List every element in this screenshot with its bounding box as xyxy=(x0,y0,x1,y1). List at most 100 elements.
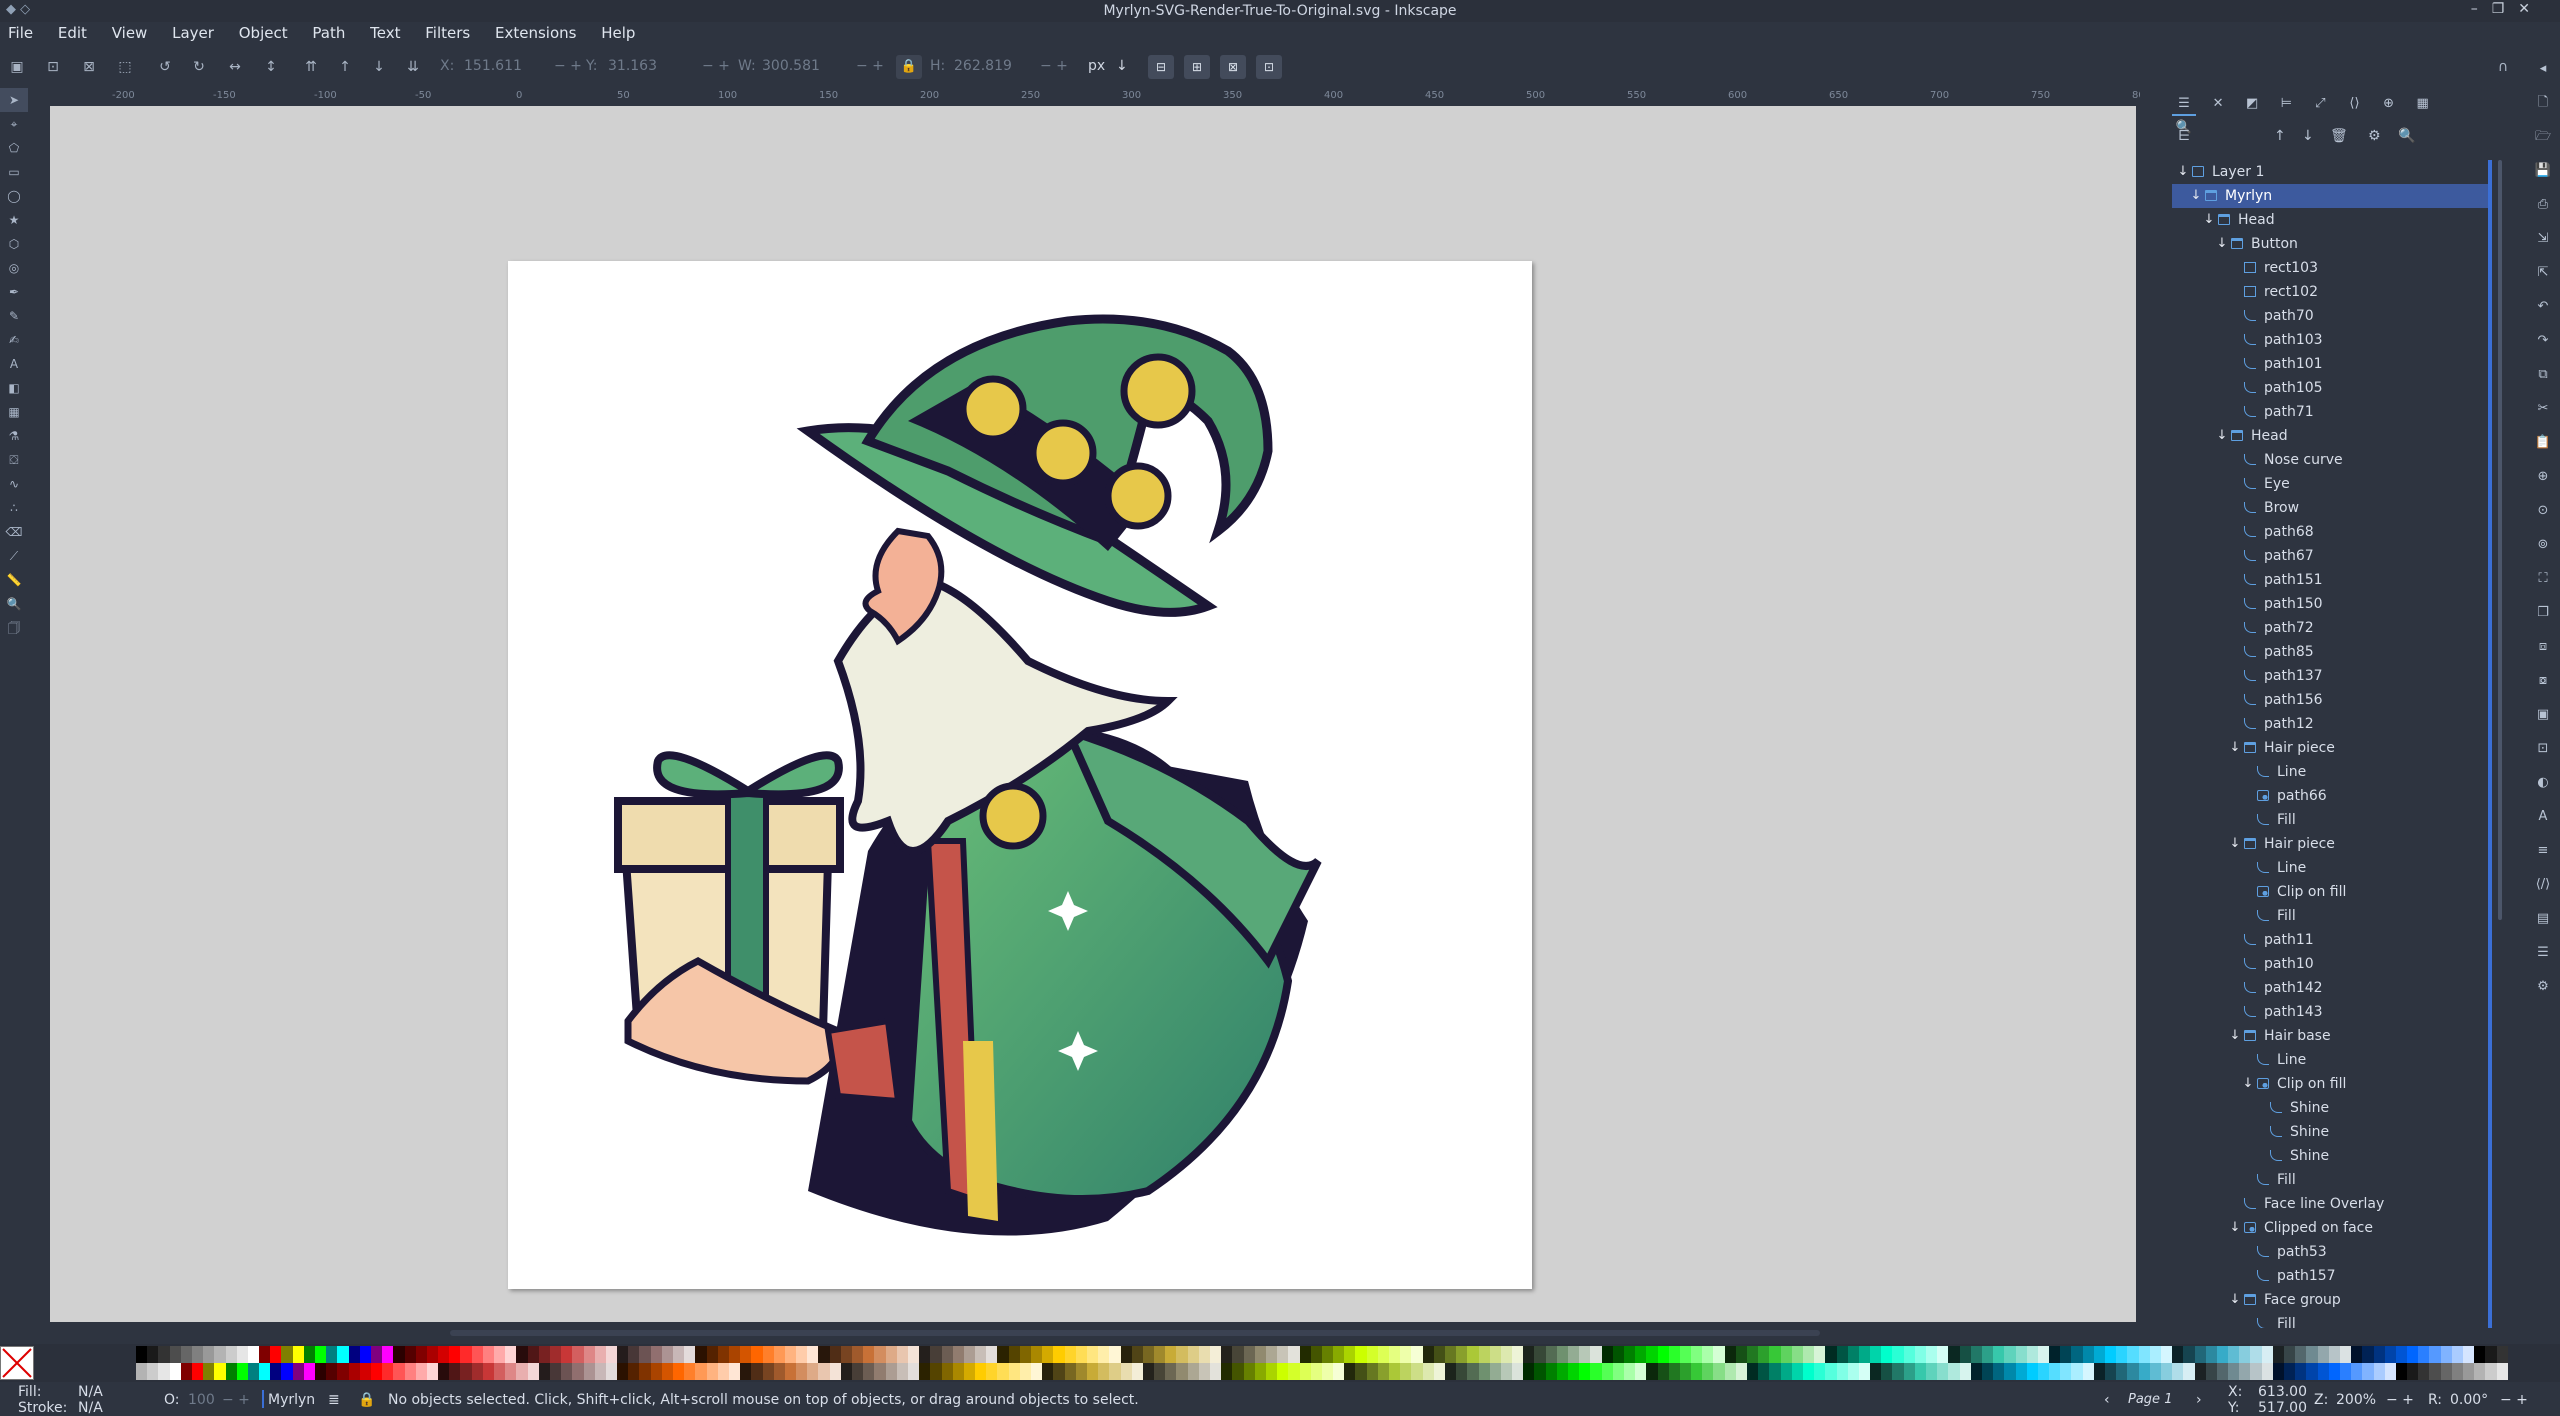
color-swatch[interactable] xyxy=(1075,1363,1087,1380)
tree-row[interactable]: Face line Overlay xyxy=(2172,1192,2490,1216)
color-swatch[interactable] xyxy=(1970,1346,1982,1363)
color-swatch[interactable] xyxy=(2015,1346,2027,1363)
color-swatch[interactable] xyxy=(907,1346,920,1363)
color-swatch[interactable] xyxy=(1142,1346,1155,1363)
color-swatch[interactable] xyxy=(784,1346,797,1363)
color-swatch[interactable] xyxy=(1556,1363,1568,1380)
tree-row[interactable]: ↓ Hair piece xyxy=(2172,832,2490,856)
color-swatch[interactable] xyxy=(2463,1346,2475,1363)
color-swatch[interactable] xyxy=(986,1363,998,1380)
select-all-icon[interactable]: ▣ xyxy=(6,56,28,78)
delete-icon[interactable]: 🗑 xyxy=(2330,128,2348,144)
color-swatch[interactable] xyxy=(1959,1346,1971,1363)
color-swatch[interactable] xyxy=(225,1363,237,1380)
h-stepper[interactable]: − + xyxy=(1040,58,1068,74)
color-swatch[interactable] xyxy=(2127,1346,2139,1363)
color-swatch[interactable] xyxy=(605,1363,618,1380)
color-swatch[interactable] xyxy=(505,1363,517,1380)
color-swatch[interactable] xyxy=(259,1346,271,1363)
tree-row[interactable]: path142 xyxy=(2172,976,2490,1000)
color-swatch[interactable] xyxy=(404,1346,416,1363)
color-swatch[interactable] xyxy=(2172,1363,2184,1380)
color-swatch[interactable] xyxy=(2463,1363,2475,1380)
color-swatch[interactable] xyxy=(549,1363,562,1380)
color-swatch[interactable] xyxy=(684,1346,696,1363)
color-swatch[interactable] xyxy=(1400,1363,1412,1380)
color-swatch[interactable] xyxy=(1210,1363,1222,1380)
color-swatch[interactable] xyxy=(191,1346,204,1363)
color-swatch[interactable] xyxy=(2373,1363,2385,1380)
star-tool-icon[interactable]: ★ xyxy=(0,208,28,232)
color-swatch[interactable] xyxy=(751,1346,763,1363)
tree-row[interactable]: path12 xyxy=(2172,712,2490,736)
color-swatch[interactable] xyxy=(1926,1363,1938,1380)
tree-row[interactable]: path156 xyxy=(2172,688,2490,712)
color-swatch[interactable] xyxy=(2071,1363,2083,1380)
raise-to-top-icon[interactable]: ⇈ xyxy=(300,56,322,78)
move-patterns-button[interactable]: ⊡ xyxy=(1256,55,1282,79)
close-button[interactable]: ✕ xyxy=(2518,1,2544,17)
tree-row[interactable]: rect103 xyxy=(2172,256,2490,280)
color-swatch[interactable] xyxy=(1478,1363,1490,1380)
color-swatch[interactable] xyxy=(1478,1346,1490,1363)
menu-text[interactable]: Text xyxy=(370,22,400,44)
color-swatch[interactable] xyxy=(1131,1363,1143,1380)
color-swatch[interactable] xyxy=(1791,1363,1803,1380)
spiral-tool-icon[interactable]: ◎ xyxy=(0,256,28,280)
redo-icon[interactable]: ↷ xyxy=(2526,324,2560,358)
color-swatch[interactable] xyxy=(303,1363,315,1380)
xml-icon[interactable]: ⟨/⟩ xyxy=(2526,868,2560,902)
color-swatch[interactable] xyxy=(303,1346,315,1363)
tree-row[interactable]: path103 xyxy=(2172,328,2490,352)
color-swatch[interactable] xyxy=(359,1346,371,1363)
paste-icon[interactable]: 📋 xyxy=(2526,426,2560,460)
color-swatch[interactable] xyxy=(583,1363,595,1380)
color-swatch[interactable] xyxy=(1433,1346,1445,1363)
color-swatch[interactable] xyxy=(1802,1346,1815,1363)
color-swatch[interactable] xyxy=(874,1363,886,1380)
color-swatch[interactable] xyxy=(2015,1363,2027,1380)
color-swatch[interactable] xyxy=(1601,1363,1613,1380)
tree-row[interactable]: Nose curve xyxy=(2172,448,2490,472)
tree-row[interactable]: ↓ Myrlyn xyxy=(2172,184,2490,208)
color-swatch[interactable] xyxy=(2395,1363,2408,1380)
save-icon[interactable]: 💾 xyxy=(2526,154,2560,188)
color-swatch[interactable] xyxy=(2418,1363,2430,1380)
color-swatch[interactable] xyxy=(583,1346,595,1363)
tree-row[interactable]: ↓ Face group xyxy=(2172,1288,2490,1312)
color-swatch[interactable] xyxy=(236,1363,248,1380)
color-swatch[interactable] xyxy=(2451,1346,2463,1363)
paint-bucket-icon[interactable]: ⛋ xyxy=(0,448,28,472)
color-swatch[interactable] xyxy=(2160,1363,2173,1380)
color-swatch[interactable] xyxy=(2205,1363,2217,1380)
color-swatch[interactable] xyxy=(1668,1363,1680,1380)
color-swatch[interactable] xyxy=(1120,1346,1132,1363)
color-swatch[interactable] xyxy=(2149,1346,2161,1363)
color-swatch[interactable] xyxy=(393,1363,405,1380)
color-swatch[interactable] xyxy=(2026,1346,2038,1363)
color-swatch[interactable] xyxy=(1344,1346,1356,1363)
tree-row[interactable]: path72 xyxy=(2172,616,2490,640)
color-swatch[interactable] xyxy=(2373,1346,2385,1363)
color-swatch[interactable] xyxy=(482,1363,494,1380)
color-swatch[interactable] xyxy=(2362,1346,2374,1363)
color-swatch[interactable] xyxy=(986,1346,998,1363)
print-icon[interactable]: ⎙ xyxy=(2526,188,2560,222)
color-swatch[interactable] xyxy=(885,1363,897,1380)
color-swatch[interactable] xyxy=(404,1363,416,1380)
cut-icon[interactable]: ✂ xyxy=(2526,392,2560,426)
color-swatch[interactable] xyxy=(1064,1363,1076,1380)
color-swatch[interactable] xyxy=(1075,1346,1087,1363)
color-swatch[interactable] xyxy=(2496,1363,2508,1380)
tree-row[interactable]: Shine xyxy=(2172,1120,2490,1144)
flip-vertical-icon[interactable]: ↕ xyxy=(260,56,282,78)
color-swatch[interactable] xyxy=(930,1363,942,1380)
color-swatch[interactable] xyxy=(214,1363,226,1380)
tree-row[interactable]: path66 xyxy=(2172,784,2490,808)
color-swatch[interactable] xyxy=(2384,1346,2396,1363)
color-swatch[interactable] xyxy=(180,1363,192,1380)
color-swatch[interactable] xyxy=(885,1346,897,1363)
color-swatch[interactable] xyxy=(1355,1346,1367,1363)
color-swatch[interactable] xyxy=(941,1363,953,1380)
color-swatch[interactable] xyxy=(1254,1346,1266,1363)
